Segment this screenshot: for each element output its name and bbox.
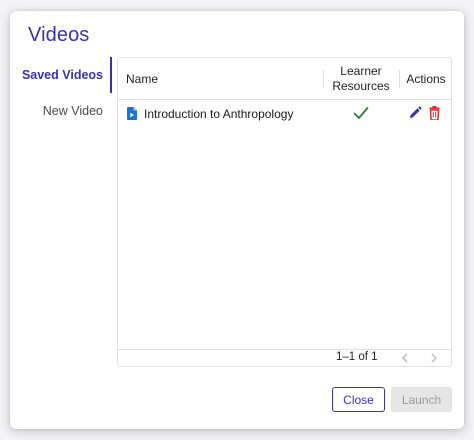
tab-new-video-label: New Video	[42, 104, 103, 118]
videos-table: Name Learner Resources Actions Introduct…	[117, 57, 452, 367]
edit-icon[interactable]	[408, 106, 422, 120]
chevron-left-icon[interactable]	[401, 353, 409, 363]
tab-saved-videos-label: Saved Videos	[21, 68, 103, 82]
close-button[interactable]: Close	[332, 387, 385, 412]
column-header-name-label: Name	[126, 72, 159, 86]
column-header-learner-resources: Learner Resources	[324, 58, 398, 100]
check-icon	[353, 107, 369, 119]
table-pagination: 1–1 of 1	[118, 349, 451, 366]
videos-dialog: Videos Saved Videos New Video Name Learn…	[10, 11, 464, 429]
column-header-actions-label: Actions	[406, 72, 446, 86]
table-row[interactable]: Introduction to Anthropology	[118, 100, 451, 128]
tab-saved-videos[interactable]: Saved Videos	[10, 57, 112, 93]
dialog-title: Videos	[28, 24, 90, 46]
column-header-name: Name	[126, 58, 158, 100]
column-header-learner-resources-line1: Learner	[340, 64, 382, 78]
table-header: Name Learner Resources Actions	[118, 58, 451, 100]
chevron-right-icon[interactable]	[430, 353, 438, 363]
column-header-actions: Actions	[400, 58, 452, 100]
column-header-learner-resources-line2: Resources	[332, 79, 390, 93]
tab-list: Saved Videos New Video	[10, 57, 112, 129]
pagination-count: 1–1 of 1	[336, 351, 378, 363]
launch-button[interactable]: Launch	[391, 387, 452, 412]
tab-new-video[interactable]: New Video	[10, 93, 112, 129]
document-icon	[127, 107, 137, 120]
delete-icon[interactable]	[429, 106, 440, 120]
column-header-learner-resources-label: Learner Resources	[332, 64, 389, 94]
video-name[interactable]: Introduction to Anthropology	[144, 107, 293, 121]
